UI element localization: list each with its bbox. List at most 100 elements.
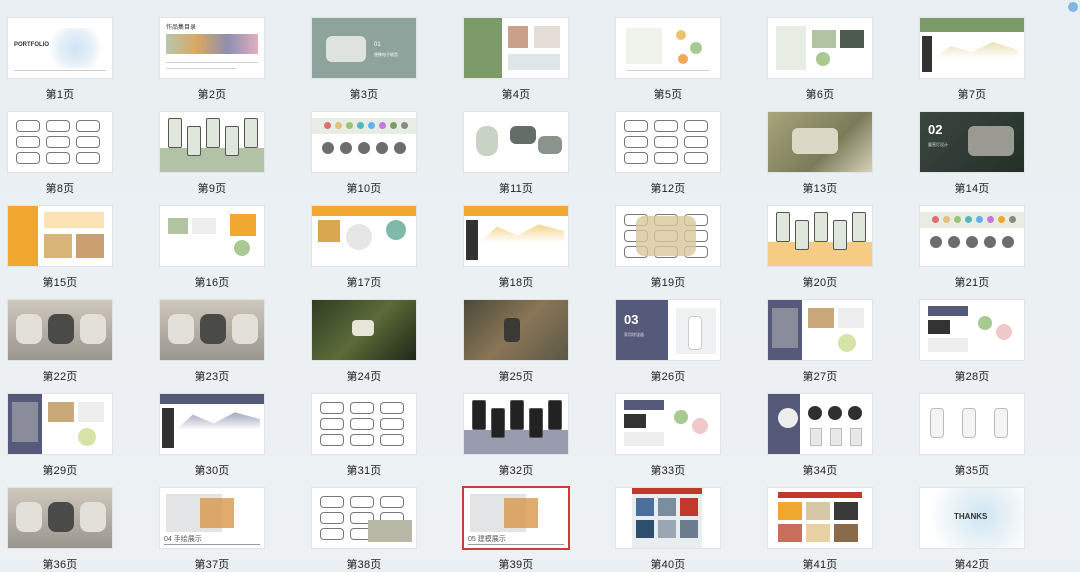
slide-page-label: 第14页: [954, 183, 990, 195]
slide-preview[interactable]: [768, 394, 872, 454]
slide-thumbnail[interactable]: 作品集目录 第2页: [152, 12, 272, 102]
slide-thumbnail[interactable]: 第15页: [0, 200, 120, 290]
slide-thumbnail[interactable]: 第28页: [912, 294, 1032, 384]
slide-page-label: 第31页: [346, 465, 382, 477]
slide-preview[interactable]: [464, 112, 568, 172]
slide-page-label: 第16页: [194, 277, 230, 289]
status-indicator-icon: [1066, 0, 1080, 14]
slide-preview[interactable]: [160, 300, 264, 360]
slide-thumbnail[interactable]: 第27页: [760, 294, 880, 384]
slide-thumbnail[interactable]: 第29页: [0, 388, 120, 478]
slide-preview[interactable]: 01 便携电子收音: [312, 18, 416, 78]
slide-page-label: 第37页: [194, 559, 230, 571]
slide-thumbnail[interactable]: 01 便携电子收音 第3页: [304, 12, 424, 102]
slide-preview[interactable]: [8, 206, 112, 266]
slide-preview[interactable]: [616, 18, 720, 78]
slide-page-label: 第20页: [802, 277, 838, 289]
slide-preview[interactable]: [920, 394, 1024, 454]
slide-preview[interactable]: [8, 112, 112, 172]
slide-thumbnail[interactable]: 第30页: [152, 388, 272, 478]
slide-preview[interactable]: 02 露营灯设计: [920, 112, 1024, 172]
slide-preview[interactable]: [8, 488, 112, 548]
slide-thumbnail[interactable]: 第32页: [456, 388, 576, 478]
slide-preview[interactable]: [768, 112, 872, 172]
slide-preview[interactable]: [616, 206, 720, 266]
slide-preview[interactable]: 作品集目录: [160, 18, 264, 78]
slide-preview[interactable]: [312, 300, 416, 360]
slide-thumbnail[interactable]: 第34页: [760, 388, 880, 478]
slide-thumbnail[interactable]: 第23页: [152, 294, 272, 384]
slide-preview[interactable]: [312, 206, 416, 266]
slide-thumbnail[interactable]: 第12页: [608, 106, 728, 196]
slide-thumbnail[interactable]: 第40页: [608, 482, 728, 572]
slide-thumbnail[interactable]: THANKS 第42页: [912, 482, 1032, 572]
slide-preview[interactable]: [8, 394, 112, 454]
slide-thumbnail[interactable]: 第24页: [304, 294, 424, 384]
slide-thumbnail[interactable]: 第7页: [912, 12, 1032, 102]
slide-preview[interactable]: [616, 488, 720, 548]
slide-preview[interactable]: [312, 488, 416, 548]
slide-page-label: 第24页: [346, 371, 382, 383]
slide-preview[interactable]: 05 建模展示: [464, 488, 568, 548]
slide-preview[interactable]: 03 家用除湿器: [616, 300, 720, 360]
slide-thumbnail[interactable]: 第6页: [760, 12, 880, 102]
slide-preview[interactable]: [312, 394, 416, 454]
slide-thumbnail[interactable]: 第19页: [608, 200, 728, 290]
slide-thumbnail[interactable]: 第22页: [0, 294, 120, 384]
slide-preview[interactable]: [160, 394, 264, 454]
slide-thumbnail[interactable]: 第11页: [456, 106, 576, 196]
slide-page-label: 第30页: [194, 465, 230, 477]
slide-thumbnail[interactable]: 第20页: [760, 200, 880, 290]
slide-thumbnail[interactable]: 02 露营灯设计第14页: [912, 106, 1032, 196]
slide-preview[interactable]: PORTFOLIO: [8, 18, 112, 78]
slide-preview[interactable]: [616, 394, 720, 454]
slide-preview[interactable]: [768, 206, 872, 266]
slide-preview[interactable]: [464, 206, 568, 266]
section-label: 04 手绘展示: [164, 536, 202, 543]
slide-preview[interactable]: [464, 18, 568, 78]
slide-thumbnail[interactable]: 03 家用除湿器 第26页: [608, 294, 728, 384]
slide-preview[interactable]: [768, 300, 872, 360]
slide-page-label: 第40页: [650, 559, 686, 571]
slide-preview[interactable]: [920, 300, 1024, 360]
slide-thumbnail[interactable]: 05 建模展示 第39页: [456, 482, 576, 572]
slide-preview[interactable]: [160, 206, 264, 266]
slide-preview[interactable]: [768, 488, 872, 548]
slide-thumbnail[interactable]: 第33页: [608, 388, 728, 478]
slide-thumbnail[interactable]: 第41页: [760, 482, 880, 572]
slide-page-label: 第1页: [45, 89, 75, 101]
slide-thumbnail[interactable]: 第9页: [152, 106, 272, 196]
slide-thumbnail[interactable]: 第21页: [912, 200, 1032, 290]
slide-preview[interactable]: [312, 112, 416, 172]
slide-thumbnail[interactable]: 04 手绘展示第37页: [152, 482, 272, 572]
slide-thumbnail[interactable]: 第25页: [456, 294, 576, 384]
slide-thumbnail[interactable]: 第13页: [760, 106, 880, 196]
slide-thumbnail[interactable]: 第5页: [608, 12, 728, 102]
slide-preview[interactable]: [464, 394, 568, 454]
slide-preview[interactable]: [160, 112, 264, 172]
slide-thumbnail[interactable]: 第8页: [0, 106, 120, 196]
slide-preview[interactable]: [920, 18, 1024, 78]
slide-thumbnail[interactable]: 第10页: [304, 106, 424, 196]
slide-page-label: 第6页: [805, 89, 835, 101]
slide-page-label: 第15页: [42, 277, 78, 289]
slide-thumbnail[interactable]: 第35页: [912, 388, 1032, 478]
slide-thumbnail[interactable]: 第36页: [0, 482, 120, 572]
slide-thumbnail[interactable]: 第18页: [456, 200, 576, 290]
slide-preview[interactable]: [920, 206, 1024, 266]
slide-preview[interactable]: [768, 18, 872, 78]
slide-page-label: 第41页: [802, 559, 838, 571]
slide-preview[interactable]: [464, 300, 568, 360]
slide-preview[interactable]: 04 手绘展示: [160, 488, 264, 548]
slide-thumbnail[interactable]: 第17页: [304, 200, 424, 290]
slide-thumbnail[interactable]: 第16页: [152, 200, 272, 290]
slide-thumbnail[interactable]: 第31页: [304, 388, 424, 478]
slide-thumbnail[interactable]: 第4页: [456, 12, 576, 102]
slide-preview[interactable]: THANKS: [920, 488, 1024, 548]
slide-preview[interactable]: [616, 112, 720, 172]
slide-preview[interactable]: [8, 300, 112, 360]
thumbnail-title: 作品集目录: [166, 25, 197, 31]
slide-page-label: 第12页: [650, 183, 686, 195]
slide-thumbnail[interactable]: 第38页: [304, 482, 424, 572]
slide-thumbnail[interactable]: PORTFOLIO 第1页: [0, 12, 120, 102]
